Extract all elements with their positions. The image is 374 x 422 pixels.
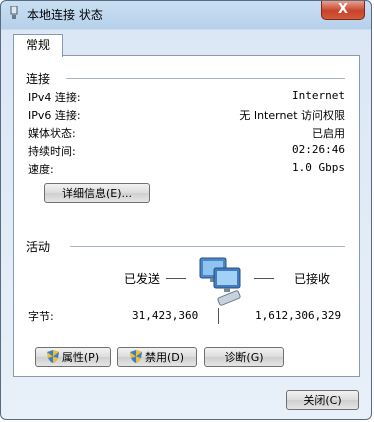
tab-general[interactable]: 常规 — [13, 34, 63, 57]
activity-divider — [70, 246, 345, 247]
network-connection-icon — [10, 6, 18, 19]
activity-separator — [218, 308, 219, 324]
title-close-button[interactable]: X — [321, 1, 365, 20]
properties-button[interactable]: 属性(P) — [35, 347, 111, 367]
tab-panel-general: 连接 IPv4 连接: Internet IPv6 连接: 无 Internet… — [13, 55, 360, 377]
uac-shield-icon — [129, 350, 142, 363]
title-bar[interactable]: 本地连接 状态 X — [1, 1, 371, 25]
bytes-received-value: 1,612,306,329 — [255, 309, 342, 322]
uac-shield-icon — [46, 350, 59, 363]
close-button[interactable]: 关闭(C) — [286, 390, 359, 410]
duration-label: 持续时间: — [28, 145, 76, 158]
properties-label: 属性(P) — [61, 351, 100, 364]
disable-label: 禁用(D) — [144, 351, 185, 364]
disable-button[interactable]: 禁用(D) — [117, 347, 197, 367]
sent-line — [166, 278, 186, 279]
bytes-sent-value: 31,423,360 — [132, 309, 199, 322]
details-button[interactable]: 详细信息(E)... — [44, 183, 150, 203]
ipv4-value: Internet — [292, 89, 345, 102]
sent-label: 已发送 — [124, 272, 161, 286]
ipv6-value: 无 Internet 访问权限 — [239, 109, 345, 122]
diagnose-button[interactable]: 诊断(G) — [204, 347, 284, 367]
received-line — [254, 278, 274, 279]
bytes-label: 字节: — [28, 310, 54, 323]
status-dialog: 本地连接 状态 X 常规 连接 IPv4 连接: Internet IPv6 连… — [0, 0, 372, 420]
speed-label: 速度: — [28, 163, 54, 176]
network-activity-icon — [199, 257, 241, 306]
media-state-value: 已启用 — [312, 127, 345, 140]
ipv6-label: IPv6 连接: — [28, 109, 81, 122]
window-title: 本地连接 状态 — [27, 8, 103, 22]
received-label: 已接收 — [294, 272, 331, 286]
duration-value: 02:26:46 — [292, 143, 345, 156]
activity-section-title: 活动 — [26, 240, 51, 254]
connection-section-title: 连接 — [26, 72, 51, 86]
media-state-label: 媒体状态: — [28, 127, 76, 140]
connection-divider — [66, 78, 345, 79]
speed-value: 1.0 Gbps — [292, 161, 345, 174]
ipv4-label: IPv4 连接: — [28, 91, 81, 104]
